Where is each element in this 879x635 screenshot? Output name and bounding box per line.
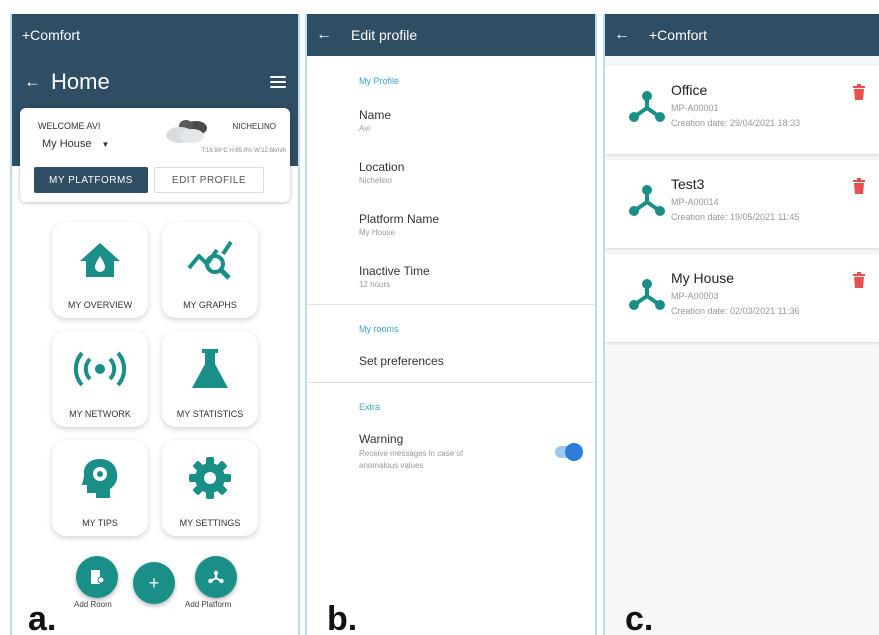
add-platform-label: Add Platform [185, 600, 232, 609]
add-platform-button[interactable] [195, 556, 237, 598]
tile-my-statistics[interactable]: MY STATISTICS [162, 331, 258, 427]
add-room-button[interactable] [76, 556, 118, 598]
tile-my-network[interactable]: MY NETWORK [52, 331, 148, 427]
inactive-time-field-value: 12 hours [359, 280, 391, 289]
page-title: Home [51, 69, 110, 94]
tile-my-graphs[interactable]: MY GRAPHS [162, 222, 258, 318]
back-arrow-icon[interactable]: ← [24, 72, 41, 92]
platform-card[interactable]: My House MP-A00003 Creation date: 02/03/… [605, 254, 879, 342]
profile-settings-list: My Profile Name Avi Location Nichelino P… [307, 56, 595, 635]
delete-icon[interactable] [853, 178, 865, 194]
platform-creation-date: Creation date: 29/04/2021 18:33 [671, 118, 801, 128]
chart-search-icon [185, 240, 235, 280]
house-dropdown[interactable]: My House ▼ [42, 138, 109, 150]
home-screen: +Comfort ← Home WELCOME AVI My House ▼ NI… [10, 14, 300, 635]
warning-description-line-2: anomalous values [359, 461, 424, 470]
page-title: +Comfort [649, 27, 707, 43]
platforms-screen: ← +Comfort Office MP-A00001 Creation dat… [603, 14, 879, 635]
edit-profile-appbar: ← Edit profile [307, 14, 595, 56]
name-field-value: Avi [359, 124, 370, 133]
tile-label: MY NETWORK [69, 409, 131, 419]
tile-label: MY SETTINGS [179, 518, 241, 528]
head-gear-icon [80, 458, 120, 498]
platform-icon [208, 570, 224, 584]
platform-card[interactable]: Office MP-A00001 Creation date: 29/04/20… [605, 66, 879, 154]
warning-description-line-1: Receive messages in case of [359, 449, 464, 458]
section-my-profile: My Profile [359, 76, 400, 86]
caret-down-icon: ▼ [101, 140, 110, 149]
wireless-icon [72, 349, 128, 389]
platform-name: Test3 [671, 176, 705, 192]
platform-name-field-label[interactable]: Platform Name [359, 212, 439, 226]
welcome-text: WELCOME AVI [38, 121, 101, 131]
my-platforms-button[interactable]: MY PLATFORMS [34, 167, 148, 193]
platform-creation-date: Creation date: 19/05/2021 11:45 [671, 212, 800, 222]
toggle-knob [565, 443, 583, 461]
app-name: +Comfort [22, 27, 80, 43]
platform-code: MP-A00003 [671, 291, 719, 301]
location-field-value: Nichelino [359, 176, 392, 185]
back-arrow-icon[interactable]: ← [307, 26, 341, 44]
platform-code: MP-A00001 [671, 103, 719, 113]
house-dropdown-value: My House [42, 138, 92, 150]
page-title: Edit profile [351, 27, 418, 43]
delete-icon[interactable] [853, 84, 865, 100]
platform-icon [629, 91, 665, 122]
welcome-card: WELCOME AVI My House ▼ NICHELINO T:16.99°… [20, 108, 290, 202]
section-my-rooms: My rooms [359, 324, 399, 334]
tile-label: MY STATISTICS [176, 409, 244, 419]
location-field-label[interactable]: Location [359, 160, 404, 174]
set-preferences-item[interactable]: Set preferences [359, 354, 444, 368]
tile-label: MY TIPS [82, 518, 118, 528]
platform-name-field-value: My House [359, 228, 396, 237]
divider [307, 304, 595, 305]
figure-label-a: a. [28, 600, 57, 635]
city-name: NICHELINO [232, 122, 276, 131]
platforms-appbar: ← +Comfort [605, 14, 879, 56]
add-button[interactable]: + [133, 562, 175, 604]
name-field-label[interactable]: Name [359, 108, 391, 122]
section-extra: Extra [359, 402, 381, 412]
warning-label: Warning [359, 432, 404, 446]
delete-icon[interactable] [853, 272, 865, 288]
edit-profile-button[interactable]: EDIT PROFILE [154, 167, 264, 193]
inactive-time-field-label[interactable]: Inactive Time [359, 264, 430, 278]
platform-card[interactable]: Test3 MP-A00014 Creation date: 19/05/202… [605, 160, 879, 248]
home-title-row: ← Home [24, 69, 286, 95]
platform-icon [629, 279, 665, 310]
tile-my-overview[interactable]: MY OVERVIEW [52, 222, 148, 318]
platform-creation-date: Creation date: 02/03/2021 11:36 [671, 306, 800, 316]
tile-my-tips[interactable]: MY TIPS [52, 440, 148, 536]
figure-label-c: c. [625, 600, 654, 635]
home-drop-icon [78, 240, 122, 280]
cloudy-weather-icon [166, 120, 207, 143]
figure-label-b: b. [327, 600, 358, 635]
warning-toggle[interactable] [555, 443, 583, 461]
tile-label: MY OVERVIEW [67, 300, 133, 310]
edit-profile-screen: ← Edit profile My Profile Name Avi Locat… [305, 14, 597, 635]
room-icon [91, 570, 104, 584]
back-arrow-icon[interactable]: ← [605, 26, 639, 44]
platform-icon [629, 185, 665, 216]
add-room-label: Add Room [74, 600, 112, 609]
platform-code: MP-A00014 [671, 197, 719, 207]
tile-label: MY GRAPHS [183, 300, 237, 310]
tile-my-settings[interactable]: MY SETTINGS [162, 440, 258, 536]
weather-readout: T:16.99°C H:65.0% W:12.6km/h [201, 148, 286, 154]
hamburger-menu-icon[interactable] [270, 76, 286, 88]
flask-icon [190, 349, 230, 389]
app-status-bar: +Comfort [12, 14, 298, 56]
gear-icon [188, 457, 232, 499]
platform-name: Office [671, 82, 708, 98]
platform-name: My House [671, 270, 735, 286]
divider [307, 382, 595, 383]
